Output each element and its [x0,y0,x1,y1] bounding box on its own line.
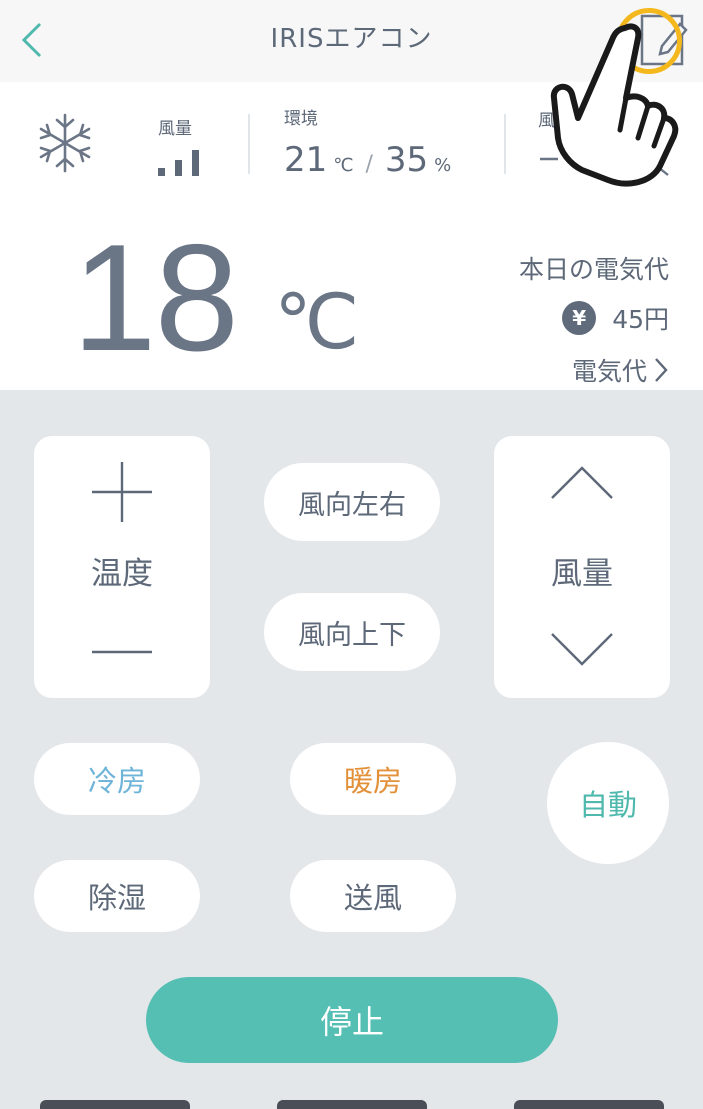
electricity-cost-title: 本日の電気代 [518,255,669,284]
set-temperature-value: 18 [72,213,239,383]
mode-auto-button[interactable]: 自動 [547,742,669,864]
temperature-up-button[interactable] [72,446,172,526]
bottom-tab-edge [277,1100,427,1109]
temperature-label: 温度 [91,556,153,592]
temperature-control-card: 温度 [34,436,210,698]
room-humidity-unit: % [434,155,452,176]
room-temperature-unit: ℃ [333,155,354,176]
electricity-cost-link-label: 電気代 [571,357,647,386]
app-header: IRISエアコン [0,0,703,82]
room-humidity: 35 [384,140,429,180]
bottom-tab-edge [514,1100,664,1109]
yen-icon: ¥ [562,301,597,335]
third-status-label: 風 [538,111,555,131]
stop-button[interactable]: 停止 [146,977,558,1063]
environment-values: 21 ℃ / 35% [284,140,463,180]
fan-speed-control-card: 風量 [494,436,670,698]
mode-dry-button[interactable]: 除湿 [34,860,200,932]
electricity-cost-row: ¥ 45円 [562,300,669,336]
divider [248,114,250,174]
divider [504,114,506,174]
temperature-down-button[interactable] [72,612,172,692]
environment-label: 環境 [284,109,318,129]
set-temperature-unit: ℃ [274,277,360,366]
tap-highlight-ring [616,8,682,74]
wind-direction-horizontal-button[interactable]: 風向左右 [264,463,440,541]
chevron-right-icon [655,358,668,382]
wind-direction-vertical-button[interactable]: 風向上下 [264,593,440,671]
chevron-down-icon [551,633,613,666]
minus-icon [92,650,152,654]
page-title: IRISエアコン [270,24,433,54]
bottom-tab-edge [40,1100,190,1109]
separator: / [365,152,373,177]
snowflake-icon [39,113,91,173]
plus-icon [92,462,152,522]
fan-speed-label: 風量 [551,556,613,592]
room-temperature: 21 [284,140,328,180]
fan-speed-down-button[interactable] [532,612,632,692]
bottom-edge-tabs [40,1100,664,1109]
status-row: 風量 環境 21 ℃ / 35% 風 [0,82,703,212]
mode-cool-button[interactable]: 冷房 [34,743,200,815]
fan-level-label: 風量 [158,119,192,139]
electricity-cost-link[interactable]: 電気代 [572,352,669,388]
mode-heat-button[interactable]: 暖房 [290,743,456,815]
airflow-icon [540,137,669,176]
fan-level-bars-icon [158,150,199,176]
electricity-cost-amount: 45円 [612,305,669,334]
mode-fan-button[interactable]: 送風 [290,860,456,932]
chevron-up-icon [551,466,613,499]
fan-speed-up-button[interactable] [532,450,632,530]
